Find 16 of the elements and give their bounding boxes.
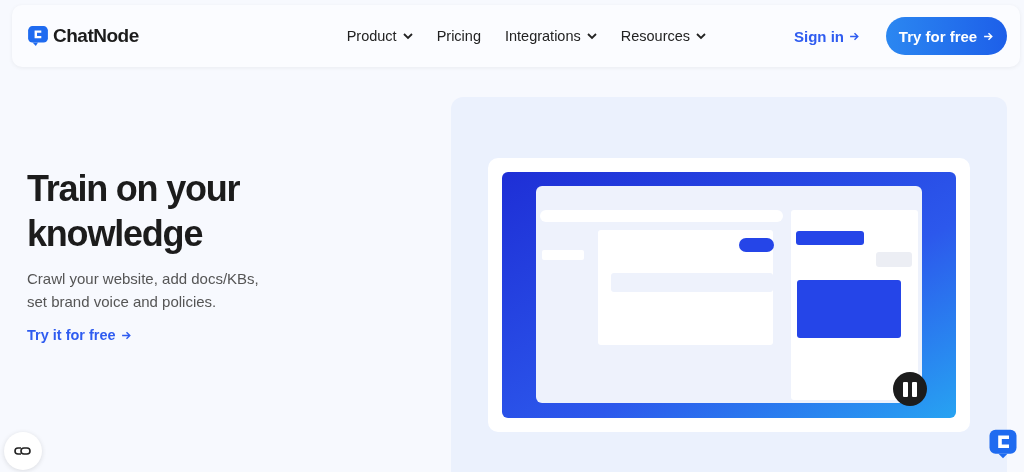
logo-icon [27, 25, 49, 47]
arrow-right-icon [849, 30, 860, 42]
arrow-right-icon [983, 30, 995, 42]
link-icon [14, 446, 32, 456]
arrow-right-icon [120, 329, 132, 341]
hero-description: Crawl your website, add docs/KBs, set brand voice and policies. [27, 269, 260, 312]
nav-link[interactable]: Integrations [504, 28, 597, 44]
floating-button[interactable] [4, 432, 42, 470]
try-for-free-button[interactable]: Try for free [886, 17, 1007, 55]
sign-in-link[interactable]: Sign in [794, 27, 860, 45]
try-it-link[interactable]: Try it for free [27, 327, 132, 343]
nav-link[interactable]: Resources [620, 28, 707, 44]
nav-link[interactable]: Pricing [436, 28, 481, 44]
hero-heading: Train on your knowledge [27, 167, 241, 256]
nav-link[interactable]: Product [346, 28, 413, 44]
logo-text[interactable]: ChatNode [53, 25, 139, 47]
